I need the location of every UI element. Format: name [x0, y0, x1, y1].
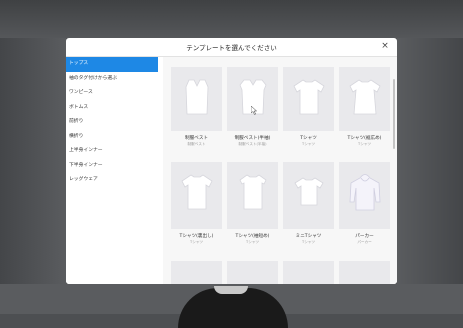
- template-sublabel: Tシャツ: [302, 142, 315, 146]
- sidebar-item-front-fold[interactable]: 前折り: [66, 115, 158, 130]
- template-label: Tシャツ(袖短め): [235, 234, 270, 239]
- template-thumbnail: [339, 162, 390, 229]
- template-thumbnail: [339, 67, 390, 131]
- template-thumbnail: [283, 67, 334, 131]
- template-card[interactable]: [171, 261, 222, 284]
- template-card[interactable]: Tシャツ(裏出し) Tシャツ: [171, 162, 222, 245]
- template-label: Tシャツ(裾広め): [347, 136, 382, 141]
- close-icon[interactable]: ×: [379, 40, 391, 52]
- background-left: [0, 38, 66, 288]
- sidebar-item-onepiece[interactable]: ワンピース: [66, 86, 158, 101]
- template-thumbnail: [283, 261, 334, 284]
- sidebar-item-bottoms[interactable]: ボトムス: [66, 101, 158, 116]
- template-card[interactable]: Tシャツ Tシャツ: [283, 67, 334, 147]
- template-thumbnail: [227, 261, 278, 284]
- template-sublabel: パーカー: [357, 240, 372, 244]
- template-thumbnail: [283, 162, 334, 229]
- sidebar-item-legwear[interactable]: レッグウェア: [66, 173, 158, 188]
- background-top: [0, 0, 463, 38]
- sidebar-item-lower-inner[interactable]: 下半身インナー: [66, 159, 158, 174]
- template-card[interactable]: 制服ベスト 制服ベスト: [171, 67, 222, 147]
- pointer-cursor-icon: [251, 106, 257, 115]
- sidebar-item-by-tag[interactable]: 袖のタグ付けから選ぶ: [66, 72, 158, 87]
- template-label: ミニTシャツ: [295, 234, 322, 239]
- template-sublabel: Tシャツ: [358, 142, 371, 146]
- sidebar-item-side-fold[interactable]: 横折り: [66, 130, 158, 145]
- template-card[interactable]: Tシャツ(裾広め) Tシャツ: [339, 67, 390, 147]
- tshirt-icon: [239, 174, 267, 210]
- template-label: パーカー: [355, 234, 374, 239]
- vest-icon: [185, 79, 209, 115]
- template-grid-area: 制服ベスト 制服ベスト 制服ベスト(半袖) 制服ベスト(半袖) Tシャツ Tシャ…: [163, 57, 397, 284]
- tshirt-icon: [293, 79, 325, 115]
- sidebar-item-upper-inner[interactable]: 上半身インナー: [66, 144, 158, 159]
- sidebar-item-tops[interactable]: トップス: [66, 57, 158, 72]
- presenter-collar: [214, 286, 248, 294]
- template-sublabel: 制服ベスト: [187, 142, 206, 146]
- tshirt-icon: [294, 177, 324, 206]
- template-label: Tシャツ(裏出し): [179, 234, 214, 239]
- template-thumbnail: [171, 67, 222, 131]
- scrollbar[interactable]: [393, 79, 395, 149]
- template-card[interactable]: [283, 261, 334, 284]
- hoodie-icon: [349, 174, 381, 211]
- template-thumbnail: [171, 162, 222, 229]
- template-sublabel: Tシャツ: [190, 240, 203, 244]
- template-card[interactable]: [227, 261, 278, 284]
- template-thumbnail: [227, 67, 278, 131]
- template-thumbnail: [227, 162, 278, 229]
- template-card[interactable]: Tシャツ(袖短め) Tシャツ: [227, 162, 278, 245]
- template-thumbnail: [171, 261, 222, 284]
- template-sublabel: Tシャツ: [302, 240, 315, 244]
- template-card[interactable]: パーカー パーカー: [339, 162, 390, 245]
- tshirt-icon: [349, 79, 381, 115]
- category-sidebar: トップス 袖のタグ付けから選ぶ ワンピース ボトムス 前折り 横折り 上半身イン…: [66, 57, 158, 284]
- template-sublabel: Tシャツ: [246, 240, 259, 244]
- template-label: 制服ベスト(半袖): [234, 136, 271, 141]
- template-label: 制服ベスト: [184, 136, 209, 141]
- modal-header: テンプレートを選んでください ×: [66, 38, 397, 57]
- background-right: [397, 38, 463, 288]
- template-sublabel: 制服ベスト(半袖): [238, 142, 267, 146]
- modal-title: テンプレートを選んでください: [186, 44, 277, 52]
- tshirt-icon: [181, 174, 213, 210]
- template-thumbnail: [339, 261, 390, 284]
- template-card[interactable]: ミニTシャツ Tシャツ: [283, 162, 334, 245]
- template-card[interactable]: [339, 261, 390, 284]
- template-label: Tシャツ: [300, 136, 317, 141]
- template-picker-modal: テンプレートを選んでください × トップス 袖のタグ付けから選ぶ ワンピース ボ…: [66, 38, 397, 284]
